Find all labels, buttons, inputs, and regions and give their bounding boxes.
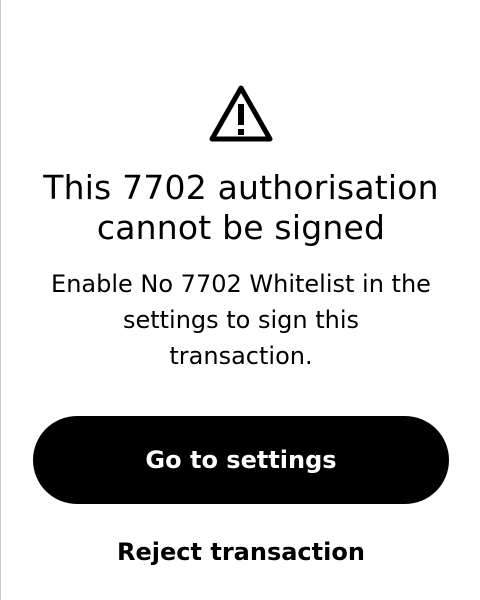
reject-transaction-button[interactable]: Reject transaction bbox=[1, 530, 480, 574]
signing-error-screen: This 7702 authorisation cannot be signed… bbox=[0, 0, 480, 600]
go-to-settings-button[interactable]: Go to settings bbox=[33, 416, 449, 504]
warning-triangle-icon bbox=[209, 85, 273, 142]
error-title: This 7702 authorisation cannot be signed bbox=[1, 168, 480, 248]
error-description-line-1: Enable No 7702 Whitelist in the bbox=[51, 270, 431, 298]
error-description: Enable No 7702 Whitelist in the settings… bbox=[1, 266, 480, 374]
error-title-line-1: This 7702 authorisation bbox=[43, 168, 439, 207]
error-description-line-3: transaction. bbox=[169, 342, 313, 370]
error-description-line-2: settings to sign this bbox=[122, 306, 360, 334]
error-title-line-2: cannot be signed bbox=[96, 208, 386, 247]
